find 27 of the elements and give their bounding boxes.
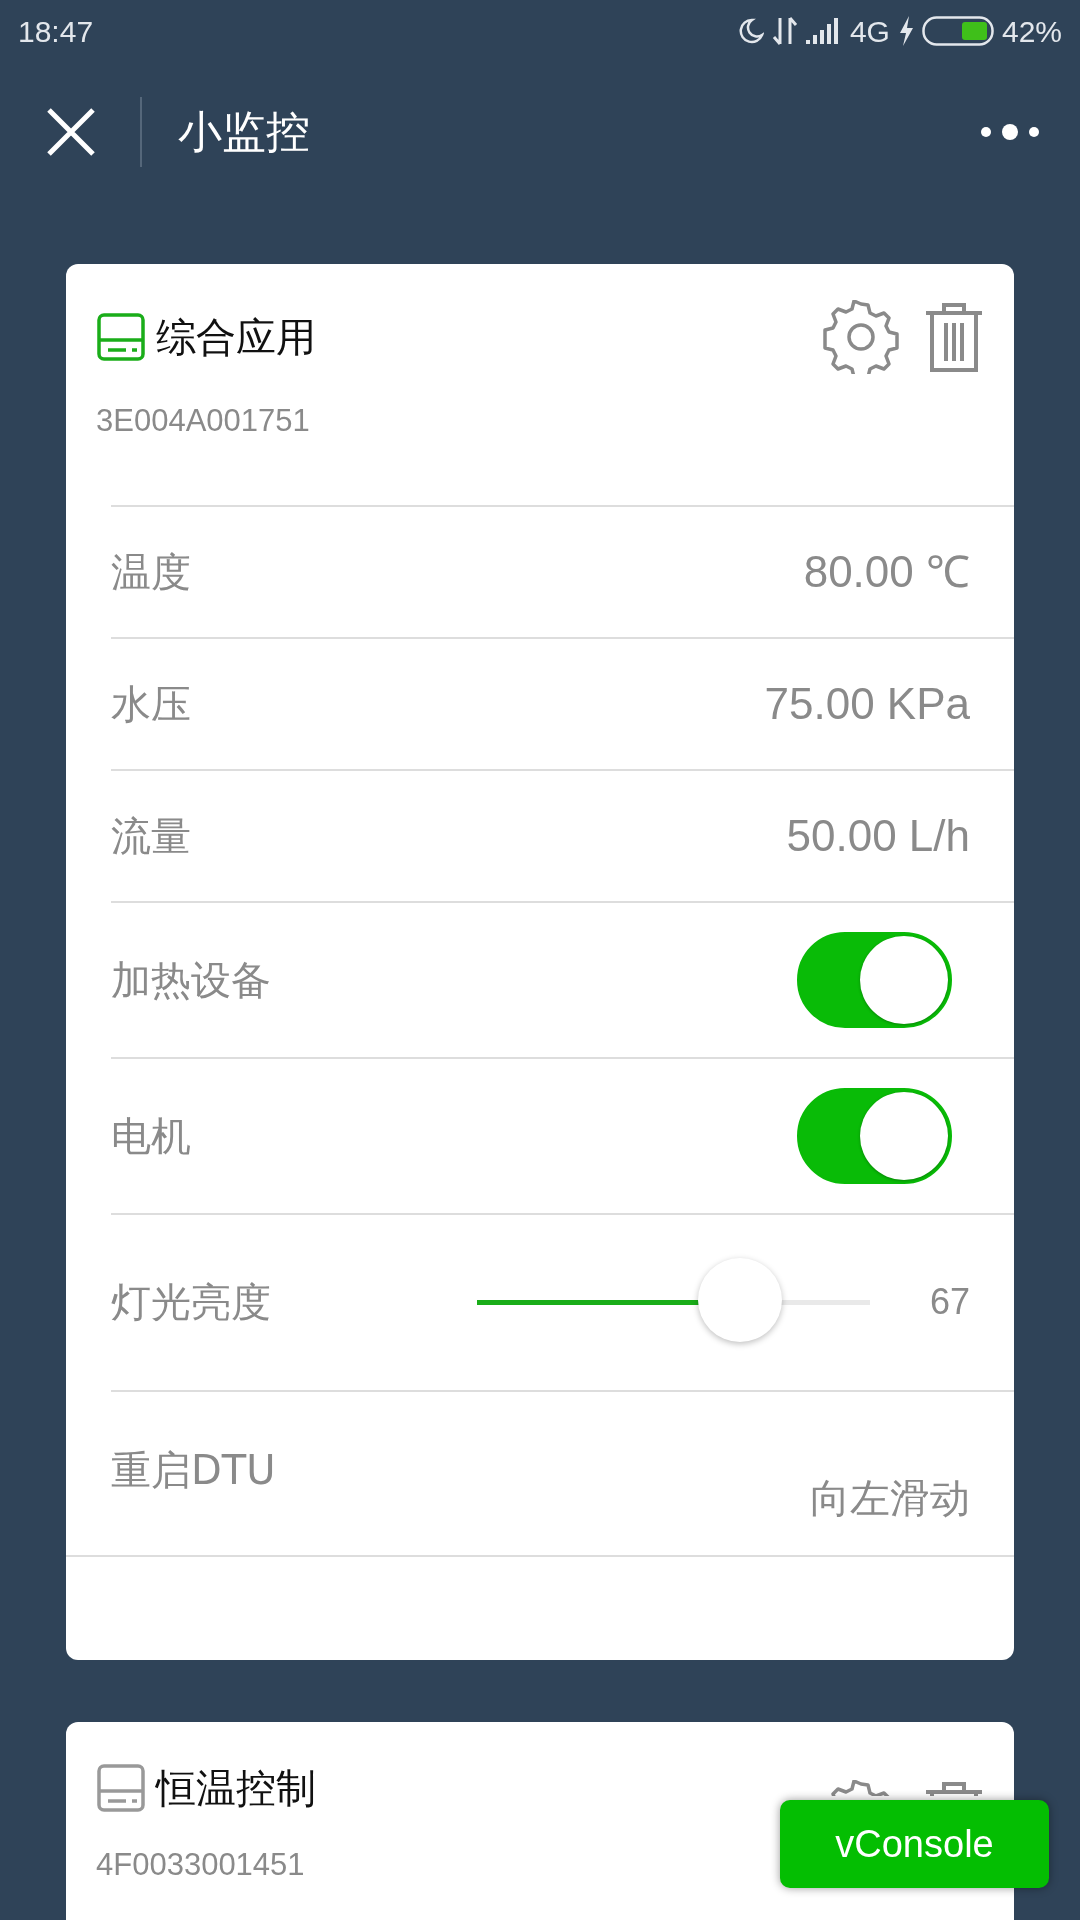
device-id: 4F0033001451 [96,1845,305,1884]
slider-thumb[interactable] [698,1257,783,1342]
swipe-hint: 向左滑动 [810,1473,970,1523]
battery-percent: 42% [1001,13,1062,50]
row-label: 重启DTU [111,1445,276,1495]
more-icon[interactable] [980,124,1040,140]
row-value: 80.00 ℃ [803,545,970,598]
row-label: 温度 [111,547,191,597]
battery-icon [921,16,994,46]
close-icon[interactable] [46,107,96,157]
slider-value: 67 [928,1280,970,1324]
row-label: 电机 [111,1111,191,1161]
data-arrows-icon [771,16,798,46]
charging-bolt-icon [897,16,914,46]
network-type: 4G [849,13,890,50]
status-time: 18:47 [18,13,94,50]
row-label: 水压 [111,679,191,729]
device-name: 恒温控制 [156,1763,316,1813]
device-name: 综合应用 [156,313,316,362]
row-label: 灯光亮度 [111,1278,271,1327]
row-label: 加热设备 [111,955,271,1005]
row-label: 流量 [111,811,191,861]
row-value: 75.00 KPa [764,677,970,730]
row-value: 50.00 L/h [786,809,970,862]
page-title: 小监控 [178,105,310,159]
device-id: 3E004A001751 [96,402,310,440]
vconsole-button[interactable]: vConsole [780,1800,1049,1888]
